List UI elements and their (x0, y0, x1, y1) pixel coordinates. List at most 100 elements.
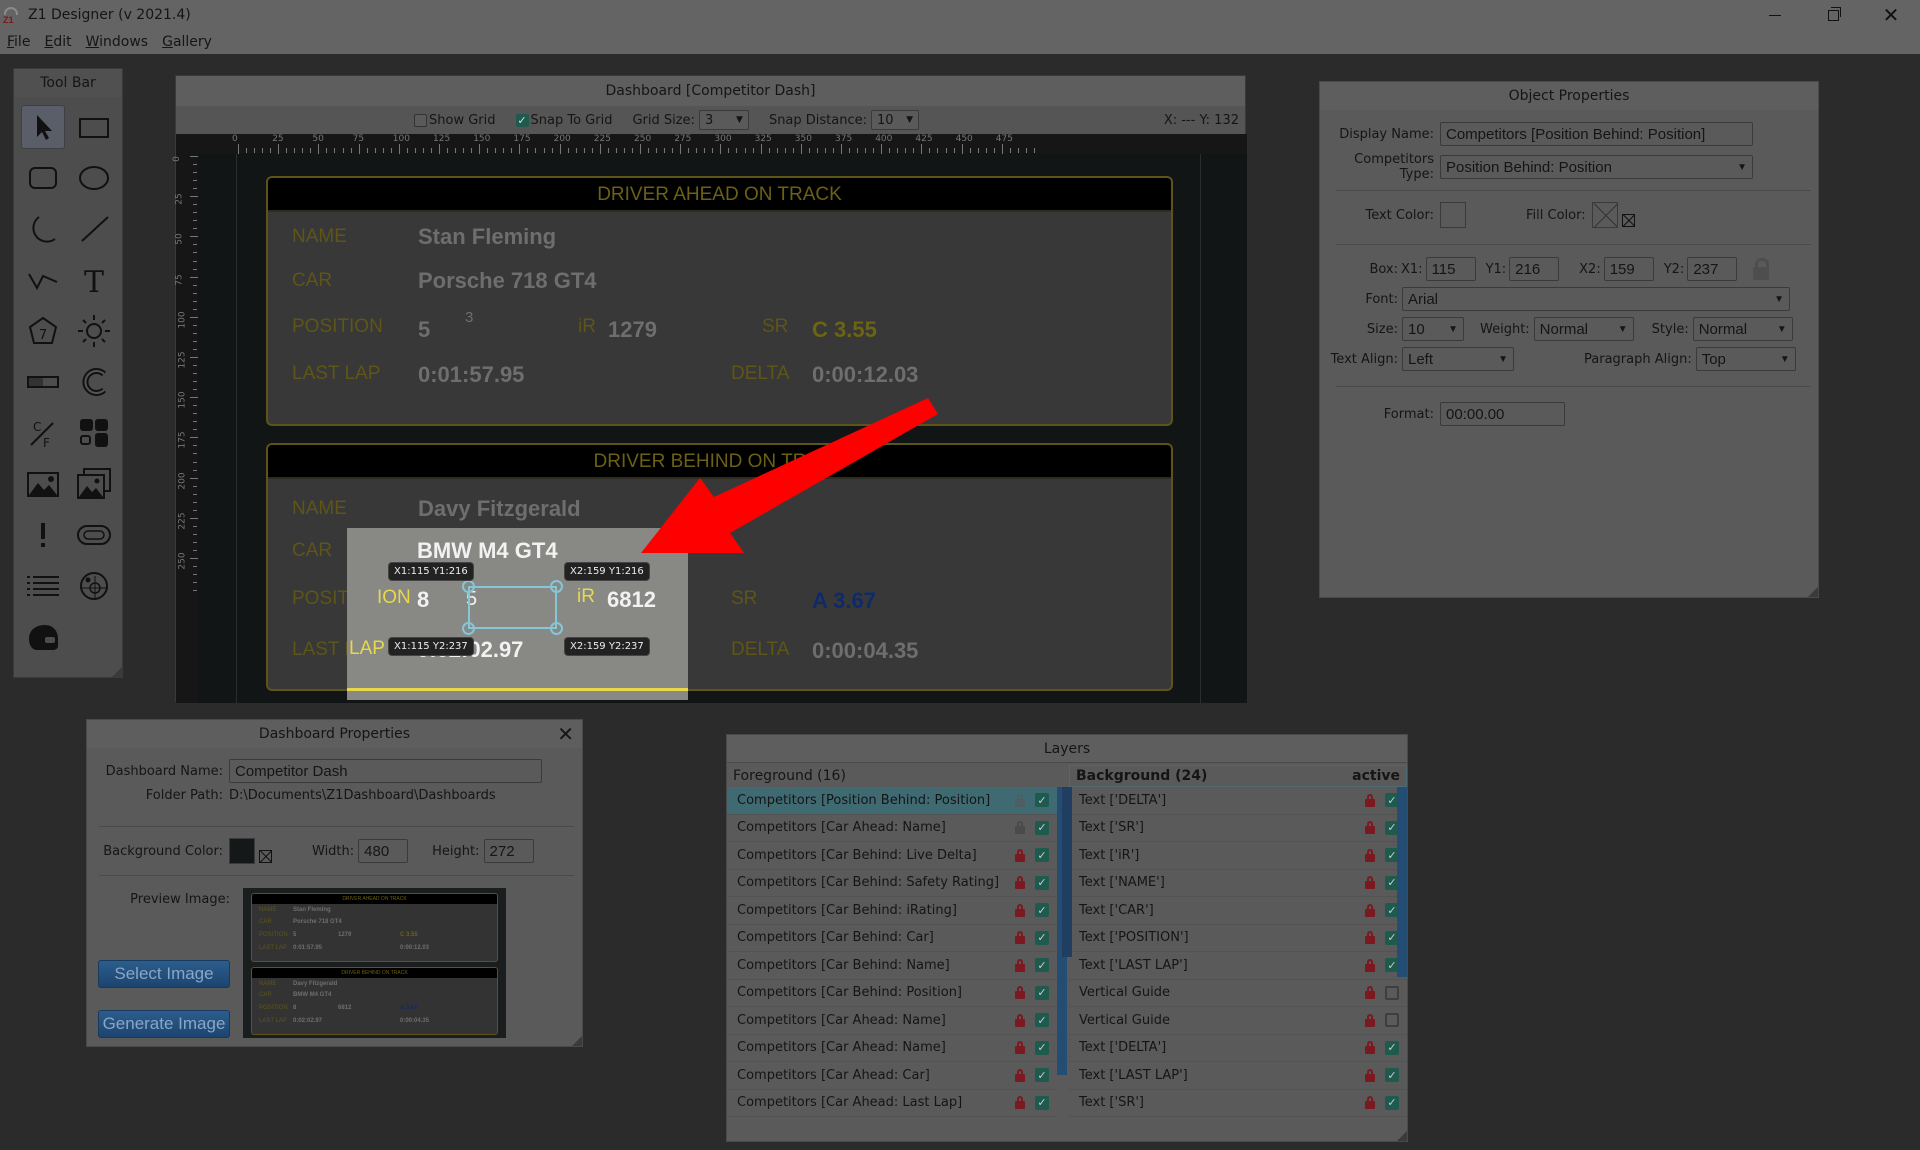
lock-closed-icon[interactable] (1015, 876, 1025, 890)
layer-item[interactable]: Text ['SR'] ✓ (1069, 1090, 1407, 1117)
driver-behind-position[interactable]: 8 (417, 587, 429, 613)
layer-item[interactable]: Competitors [Car Behind: Name] ✓ (727, 952, 1057, 980)
driver-ahead-position[interactable]: 5 (418, 317, 430, 343)
driver-ahead-safety-rating[interactable]: C 3.55 (812, 317, 877, 343)
layer-item[interactable]: Text ['LAST LAP'] ✓ (1069, 1062, 1407, 1090)
visibility-checkbox-checked[interactable]: ✓ (1035, 1040, 1049, 1055)
snap-distance-dropdown[interactable]: 10 ▼ (871, 110, 920, 130)
x1-input[interactable]: 115 (1425, 257, 1476, 281)
resize-grip[interactable] (1397, 1131, 1407, 1141)
lock-closed-icon[interactable] (1015, 903, 1025, 917)
lock-closed-icon[interactable] (1015, 958, 1025, 972)
lock-closed-icon[interactable] (1365, 793, 1375, 807)
resize-grip[interactable] (572, 1036, 582, 1046)
layer-item[interactable]: Competitors [Car Behind: Car] ✓ (727, 925, 1057, 952)
lock-closed-icon[interactable] (1365, 958, 1375, 972)
driver-behind-name[interactable]: Davy Fitzgerald (418, 496, 581, 522)
layer-item[interactable]: Text ['iR'] ✓ (1069, 842, 1407, 870)
y1-input[interactable]: 216 (1509, 257, 1560, 281)
fill-color-swatch[interactable] (1591, 202, 1618, 228)
driver-ahead-irating[interactable]: 1279 (608, 317, 657, 343)
rounded-rectangle-tool[interactable] (21, 156, 65, 200)
visibility-checkbox-checked[interactable]: ✓ (1035, 958, 1049, 973)
lock-closed-icon[interactable] (1365, 986, 1375, 1000)
size-dropdown[interactable]: 10 ▼ (1402, 317, 1464, 341)
dashboard-name-input[interactable]: Competitor Dash (229, 759, 542, 783)
lock-closed-icon[interactable] (1015, 986, 1025, 1000)
layer-item[interactable]: Competitors [Car Behind: Position] ✓ (727, 980, 1057, 1007)
layer-item[interactable]: Text ['DELTA'] ✓ (1069, 1035, 1407, 1062)
resize-grip[interactable] (1808, 587, 1818, 597)
lock-closed-icon[interactable] (1365, 1013, 1375, 1027)
minimize-button[interactable] (1746, 0, 1804, 30)
style-dropdown[interactable]: Normal ▼ (1692, 317, 1793, 341)
restore-button[interactable] (1804, 0, 1862, 30)
resize-handle-bottom-right[interactable] (550, 622, 563, 635)
layer-item[interactable]: Vertical Guide (1069, 1007, 1407, 1035)
layer-item[interactable]: Competitors [Car Ahead: Name] ✓ (727, 1035, 1057, 1062)
lock-closed-icon[interactable] (1365, 1096, 1375, 1110)
lock-closed-icon[interactable] (1015, 848, 1025, 862)
select-image-button[interactable]: Select Image (98, 960, 230, 988)
clear-color-icon[interactable] (259, 849, 272, 863)
lock-closed-icon[interactable] (1365, 876, 1375, 890)
lock-open-icon[interactable] (1015, 821, 1025, 835)
driver-ahead-class-position[interactable]: 3 (465, 309, 473, 326)
polyline-tool[interactable] (21, 258, 65, 302)
resize-handle-bottom-left[interactable] (462, 622, 475, 635)
arc-tool[interactable] (21, 207, 65, 251)
visibility-checkbox-unchecked[interactable] (1385, 1013, 1399, 1028)
y2-input[interactable]: 237 (1687, 257, 1738, 281)
layer-item[interactable]: Competitors [Car Ahead: Last Lap] ✓ (727, 1090, 1057, 1117)
layer-item[interactable]: Competitors [Car Behind: Live Delta] ✓ (727, 842, 1057, 870)
layer-item[interactable]: Text ['POSITION'] ✓ (1069, 925, 1407, 952)
lock-closed-icon[interactable] (1015, 1068, 1025, 1082)
format-input[interactable]: 00:00.00 (1440, 402, 1565, 426)
lock-closed-icon[interactable] (1365, 848, 1375, 862)
lock-open-icon[interactable] (1015, 793, 1025, 807)
layer-item[interactable]: Competitors [Car Behind: iRating] ✓ (727, 897, 1057, 925)
rectangle-tool[interactable] (72, 105, 116, 149)
helmet-tool[interactable] (21, 615, 65, 659)
lock-aspect-icon[interactable] (1753, 258, 1770, 280)
lock-closed-icon[interactable] (1365, 903, 1375, 917)
list-tool[interactable] (21, 564, 65, 608)
competitors-type-dropdown[interactable]: Position Behind: Position ▼ (1440, 155, 1753, 179)
alert-tool[interactable] (21, 513, 65, 557)
layer-item[interactable]: Text ['DELTA'] ✓ (1069, 787, 1407, 815)
driver-ahead-name[interactable]: Stan Fleming (418, 224, 556, 250)
text-align-dropdown[interactable]: Left ▼ (1402, 347, 1514, 371)
weight-dropdown[interactable]: Normal ▼ (1533, 317, 1634, 341)
visibility-checkbox-checked[interactable]: ✓ (1035, 985, 1049, 1000)
menu-gallery[interactable]: Gallery (162, 34, 212, 50)
unit-converter-tool[interactable]: CF (21, 411, 65, 455)
line-tool[interactable] (72, 207, 116, 251)
generate-image-button[interactable]: Generate Image (98, 1010, 230, 1038)
lock-closed-icon[interactable] (1015, 1013, 1025, 1027)
height-input[interactable]: 272 (483, 839, 534, 863)
font-dropdown[interactable]: Arial ▼ (1402, 287, 1790, 311)
grid-size-dropdown[interactable]: 3 ▼ (698, 110, 749, 130)
menu-file[interactable]: File (7, 34, 30, 50)
driver-behind-delta[interactable]: 0:00:04.35 (812, 638, 918, 664)
x2-input[interactable]: 159 (1603, 257, 1654, 281)
visibility-checkbox-checked[interactable]: ✓ (1385, 1068, 1399, 1083)
bar-gauge-tool[interactable] (21, 360, 65, 404)
driver-behind-irating[interactable]: 6812 (607, 587, 656, 613)
resize-grip[interactable] (112, 667, 122, 677)
lock-closed-icon[interactable] (1015, 1096, 1025, 1110)
layer-item[interactable]: Competitors [Car Ahead: Name] ✓ (727, 815, 1057, 842)
menu-edit[interactable]: Edit (44, 34, 71, 50)
visibility-checkbox-checked[interactable]: ✓ (1035, 1013, 1049, 1028)
layer-item[interactable]: Text ['LAST LAP'] ✓ (1069, 952, 1407, 980)
ellipse-tool[interactable] (72, 156, 116, 200)
select-tool[interactable] (21, 105, 65, 149)
selection-box[interactable] (468, 586, 557, 629)
display-name-input[interactable]: Competitors [Position Behind: Position] (1440, 122, 1753, 146)
visibility-checkbox-checked[interactable]: ✓ (1035, 930, 1049, 945)
background-color-swatch[interactable] (229, 838, 255, 864)
visibility-checkbox-checked[interactable]: ✓ (1385, 1040, 1399, 1055)
clear-color-icon[interactable] (1621, 213, 1635, 227)
lock-closed-icon[interactable] (1365, 1041, 1375, 1055)
visibility-checkbox-checked[interactable]: ✓ (1385, 1095, 1399, 1110)
